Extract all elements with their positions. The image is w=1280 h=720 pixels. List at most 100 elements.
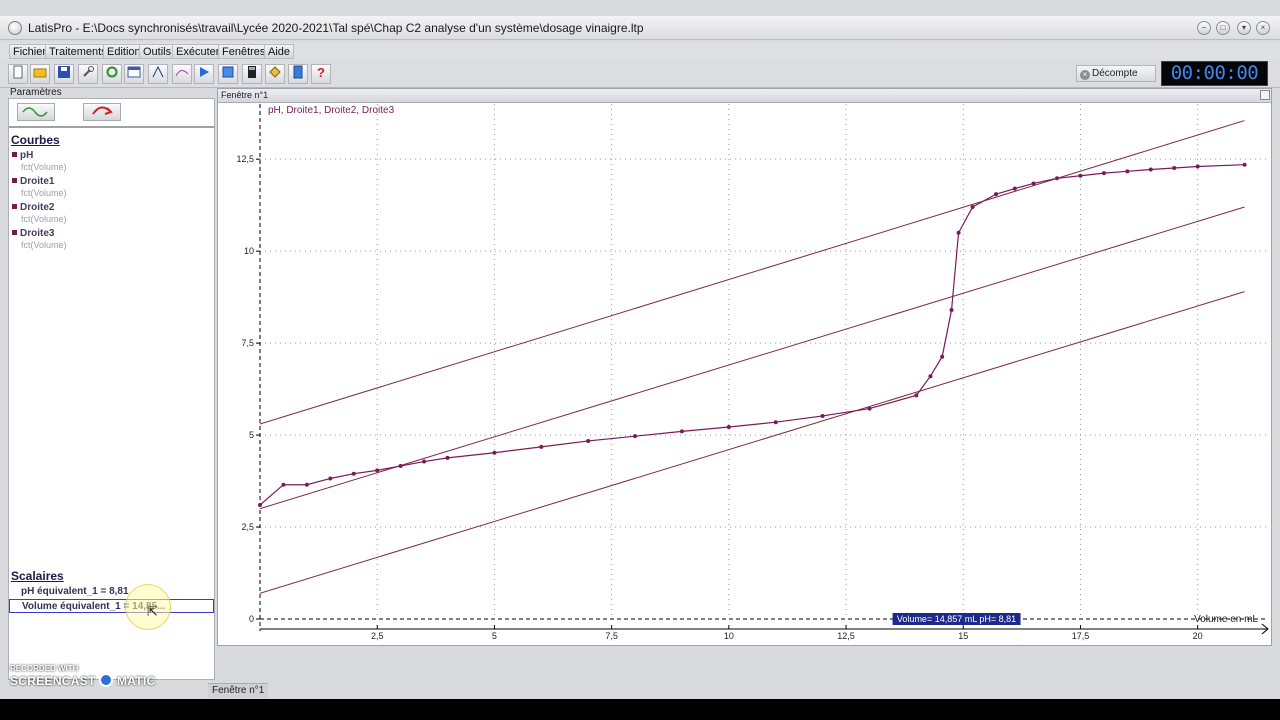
decompte-label: Décompte [1092,68,1138,79]
curve-item-droite2[interactable]: Droite2 [12,202,54,213]
ph-point [375,468,380,473]
courbes-title: Courbes [11,133,60,147]
ph-point [304,482,309,487]
scalaire-volume-equivalent[interactable]: Volume équivalent_1 = 14,85... [9,599,214,613]
x-tick-label: 5 [492,631,497,641]
y-tick-label: 2,5 [241,522,254,532]
ph-point [281,482,286,487]
ph-point [258,502,262,507]
restore-button[interactable]: ▾ [1237,21,1251,35]
y-tick-label: 5 [249,430,254,440]
y-tick-label: 10 [244,246,254,256]
graph-window[interactable]: Fenêtre n°1 2,5 5 7,5 10 12,5 15 17,5 20 0 2,5 5 7,… [217,88,1272,646]
curve-item-droite3[interactable]: Droite3 [12,228,54,239]
calculator-icon[interactable] [242,64,262,84]
ph-point [351,471,356,476]
ph-point [1195,164,1200,169]
chart-legend: pH, Droite1, Droite2, Droite3 [268,105,395,116]
ph-point [1125,169,1130,174]
window-title: LatisPro - E:\Docs synchronisés\travail\… [28,21,644,35]
ph-point [994,192,999,197]
scalaire-ph-equivalent[interactable]: pH équivalent_1 = 8,81 [9,585,214,599]
series-ph-line [259,164,1245,506]
curve-color-square [12,230,17,235]
ph-point [928,374,933,379]
x-tick-label: 20 [1193,631,1203,641]
ph-point [949,308,954,312]
tag-icon[interactable] [265,64,285,84]
decompte-button[interactable]: × Décompte [1076,65,1156,82]
menu-outils[interactable]: Outils [139,44,176,59]
curve-item-droite1[interactable]: Droite1 [12,176,54,187]
curve-icon[interactable] [172,64,192,84]
close-circle-icon: × [1080,70,1090,80]
latispro-window: LatisPro - E:\Docs synchronisés\travail\… [0,0,1280,720]
window-tab[interactable]: Fenêtre n°1 [208,683,269,698]
curve-color-square [12,178,17,183]
watermark-brand: SCREENCAST MATIC [10,673,156,688]
menu-executer[interactable]: Exécuter [172,44,224,59]
modelisation-tool-button[interactable] [83,103,121,121]
ph-point [956,230,961,235]
document-icon[interactable] [288,64,308,84]
ph-point [539,444,544,449]
ph-point [1078,173,1083,178]
series-droite3-line [260,291,1245,594]
ph-point [773,420,778,425]
help-icon[interactable]: ? [311,64,331,84]
menu-bar: Fichier Traitements Edition Outils Exécu… [0,42,1280,60]
x-tick-label: 12,5 [837,631,855,641]
app-icon[interactable] [8,21,22,35]
menu-traitements[interactable]: Traitements [45,44,111,59]
ph-point [726,424,731,429]
curve-sub-label: fct(Volume) [21,188,67,198]
menu-aide[interactable]: Aide [264,44,295,59]
ph-point [1031,181,1036,186]
ph-point [679,429,684,434]
curve-sub-label: fct(Volume) [21,214,67,224]
x-tick-label: 2,5 [371,631,384,641]
panel-separator [9,126,214,128]
ph-point [328,476,333,481]
ph-point [1242,162,1247,167]
ph-point [633,434,638,439]
ph-point [492,450,497,455]
parametres-label: Paramètres [10,87,62,98]
maximize-button[interactable]: □ [1216,21,1230,35]
refresh-icon[interactable] [102,64,122,84]
watermark-recorded-with: RECORDED WITH [10,664,79,673]
window-icon[interactable] [124,64,144,84]
parameters-panel: Courbes pH fct(Volume) Droite1 fct(Volum… [8,98,215,680]
curve-item-ph[interactable]: pH [12,150,33,161]
close-button[interactable]: × [1256,21,1270,35]
ph-point [1172,166,1177,171]
menu-fenetres[interactable]: Fenêtres [218,44,270,59]
play-icon[interactable] [194,64,214,84]
ph-point [586,438,591,443]
title-bar: LatisPro - E:\Docs synchronisés\travail\… [0,16,1280,40]
save-icon[interactable] [54,64,74,84]
scalaires-title: Scalaires [11,569,64,583]
y-tick-label: 12,5 [236,154,254,164]
x-tick-label: 7,5 [605,631,618,641]
screencast-logo-icon [99,673,114,687]
x-tick-label: 17,5 [1072,631,1090,641]
series-droite1-line [260,120,1245,425]
signal-tool-button[interactable] [17,103,55,121]
curve-color-square [12,204,17,209]
menu-fichier[interactable]: Fichier [9,44,51,59]
letterbox-bar [0,699,1280,720]
wrench-icon[interactable] [78,64,98,84]
new-file-icon[interactable] [8,64,28,84]
ph-point [867,406,872,411]
x-tick-label: 15 [958,631,968,641]
ph-titration-chart[interactable]: 2,5 5 7,5 10 12,5 15 17,5 20 0 2,5 5 7,5 10 12,5 pH, D… [218,89,1273,647]
line-icon[interactable] [148,64,168,84]
ph-point [1148,167,1153,172]
screencast-watermark: RECORDED WITH SCREENCAST MATIC [10,664,156,688]
minimize-button[interactable]: − [1197,21,1211,35]
y-tick-label: 7,5 [241,338,254,348]
open-folder-icon[interactable] [30,64,50,84]
ph-point [445,455,450,460]
export-icon[interactable] [218,64,238,84]
